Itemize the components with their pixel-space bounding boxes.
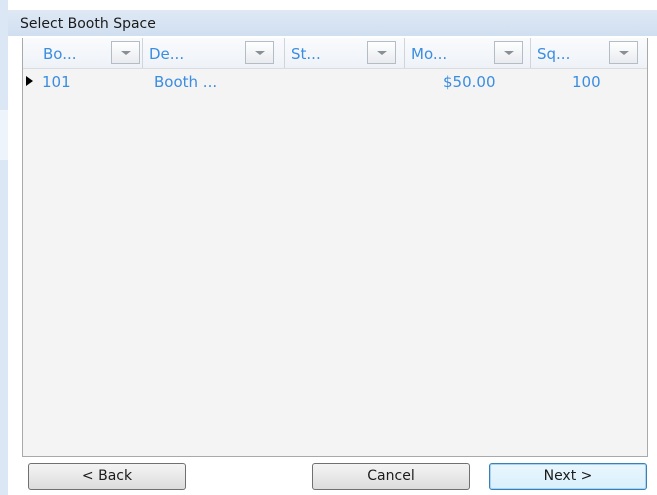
grid-header: Bo... De... St... Mo... Sq... — [23, 38, 647, 69]
back-button[interactable]: < Back — [28, 463, 186, 490]
column-header-status[interactable]: St... — [285, 38, 405, 68]
monthly-filter-button[interactable] — [494, 41, 523, 64]
left-strip-highlight — [0, 110, 8, 160]
booth-grid[interactable]: Bo... De... St... Mo... Sq... 101 Booth … — [22, 38, 648, 457]
column-header-label: De... — [149, 45, 185, 63]
column-header-label: Bo... — [43, 45, 77, 63]
cancel-button[interactable]: Cancel — [312, 463, 470, 490]
column-header-description[interactable]: De... — [143, 38, 285, 68]
column-header-label: Sq... — [537, 45, 571, 63]
chevron-down-icon — [255, 51, 265, 55]
column-header-monthly[interactable]: Mo... — [405, 38, 531, 68]
booth-number-cell[interactable]: 101 — [42, 73, 71, 91]
description-filter-button[interactable] — [245, 41, 274, 64]
chevron-down-icon — [121, 51, 131, 55]
monthly-cell[interactable]: $50.00 — [443, 73, 496, 91]
column-header-square-feet[interactable]: Sq... — [531, 38, 647, 68]
dialog-title: Select Booth Space — [20, 16, 156, 32]
column-header-label: St... — [291, 45, 321, 63]
status-filter-button[interactable] — [367, 41, 396, 64]
column-header-label: Mo... — [411, 45, 448, 63]
column-header-booth[interactable]: Bo... — [37, 38, 143, 68]
description-cell[interactable]: Booth ... — [154, 73, 217, 91]
row-pointer-icon — [26, 76, 33, 86]
chevron-down-icon — [377, 51, 387, 55]
row-header-corner — [23, 38, 37, 68]
chevron-down-icon — [619, 51, 629, 55]
chevron-down-icon — [504, 51, 514, 55]
table-row[interactable]: 101 Booth ... $50.00 100 — [23, 68, 647, 94]
booth-filter-button[interactable] — [111, 41, 140, 64]
square-feet-cell[interactable]: 100 — [572, 73, 601, 91]
left-window-strip — [0, 0, 8, 495]
square-feet-filter-button[interactable] — [609, 41, 638, 64]
booth-dialog-window: Select Booth Space Bo... De... St... Mo.… — [0, 0, 657, 495]
next-button[interactable]: Next > — [489, 463, 647, 490]
